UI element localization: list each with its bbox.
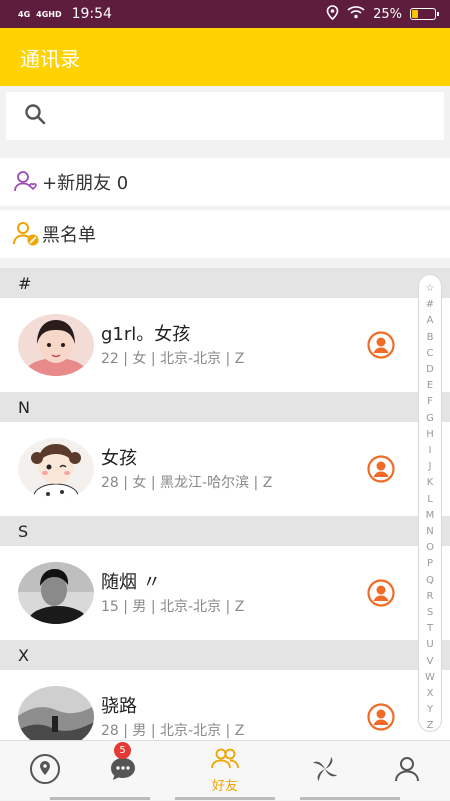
index-letter[interactable]: Z xyxy=(427,718,434,734)
index-letter[interactable]: M xyxy=(426,508,435,524)
index-letter[interactable]: G xyxy=(426,411,434,427)
blacklist-icon xyxy=(12,220,40,248)
wifi-icon xyxy=(347,5,365,23)
index-letter[interactable]: B xyxy=(427,330,434,346)
network-4g: 4G xyxy=(18,9,31,19)
section-letter: N xyxy=(18,397,30,417)
contact-info: 15 | 男 | 北京-北京 | Z xyxy=(101,599,245,615)
profile-icon xyxy=(393,755,421,787)
index-letter[interactable]: R xyxy=(427,589,434,605)
bottom-tab-bar: 好友 xyxy=(0,740,450,800)
contact-name: g1rl。女孩 xyxy=(101,324,191,345)
index-letter[interactable]: U xyxy=(426,637,433,653)
index-letter[interactable]: E xyxy=(427,378,433,394)
index-letter[interactable]: F xyxy=(427,394,433,410)
tab-friends-label: 好友 xyxy=(211,779,238,794)
contact-profile-icon[interactable] xyxy=(367,331,395,359)
index-letter[interactable]: V xyxy=(427,654,434,670)
contact-info: 28 | 女 | 黑龙江-哈尔滨 | Z xyxy=(101,475,273,491)
contact-row[interactable]: 女孩 28 | 女 | 黑龙江-哈尔滨 | Z xyxy=(0,422,450,516)
search-area xyxy=(0,86,450,148)
index-letter[interactable]: C xyxy=(427,346,434,362)
index-letter[interactable]: K xyxy=(427,475,434,491)
search-input[interactable] xyxy=(54,106,428,126)
friends-icon xyxy=(210,748,240,774)
avatar xyxy=(18,438,94,500)
index-letter[interactable]: S xyxy=(427,605,433,621)
index-letter[interactable]: ☆ xyxy=(426,281,435,297)
index-letter[interactable]: Q xyxy=(426,573,434,589)
search-icon xyxy=(6,103,46,129)
index-letter[interactable]: A xyxy=(427,313,434,329)
avatar xyxy=(18,562,94,624)
tab-location[interactable] xyxy=(0,741,90,801)
status-time: 19:54 xyxy=(71,6,112,22)
unread-badge: 5 xyxy=(114,742,131,759)
new-friends-label: +新朋友 0 xyxy=(42,173,129,194)
location-icon xyxy=(28,752,62,790)
index-letter[interactable]: W xyxy=(425,670,435,686)
network-4ghd: 4GHD xyxy=(36,9,62,19)
contact-profile-icon[interactable] xyxy=(367,455,395,483)
index-letter[interactable]: L xyxy=(427,492,433,508)
battery-percent: 25% xyxy=(373,6,402,22)
index-letter[interactable]: D xyxy=(426,362,434,378)
contact-info: 28 | 男 | 北京-北京 | Z xyxy=(101,723,245,739)
index-letter[interactable]: H xyxy=(426,427,434,443)
add-friend-icon xyxy=(12,168,40,196)
chat-icon xyxy=(108,755,138,787)
battery-icon xyxy=(410,8,439,20)
page-title: 通讯录 xyxy=(20,46,80,71)
pinwheel-icon xyxy=(310,754,340,788)
app-bar: 通讯录 xyxy=(0,28,450,86)
avatar xyxy=(18,314,94,376)
section-header-n: N xyxy=(0,392,450,422)
index-letter[interactable]: O xyxy=(426,540,434,556)
contact-name: 骁路 xyxy=(101,696,137,717)
section-header-x: X xyxy=(0,640,450,670)
tab-profile[interactable] xyxy=(362,741,450,801)
index-letter[interactable]: N xyxy=(426,524,433,540)
index-letter[interactable]: # xyxy=(426,297,434,313)
index-letter[interactable]: X xyxy=(427,686,434,702)
contact-info: 22 | 女 | 北京-北京 | Z xyxy=(101,351,245,367)
index-letter[interactable]: T xyxy=(427,621,433,637)
section-letter: # xyxy=(18,273,32,293)
blacklist-row[interactable]: 黑名单 xyxy=(0,210,450,258)
tab-friends[interactable]: 好友 xyxy=(180,741,270,801)
section-letter: X xyxy=(18,645,29,665)
contact-row[interactable]: 随烟 〃 15 | 男 | 北京-北京 | Z xyxy=(0,546,450,640)
section-header-hash: # xyxy=(0,268,450,298)
blacklist-label: 黑名单 xyxy=(42,225,96,246)
section-letter: S xyxy=(18,521,29,541)
index-letter[interactable]: J xyxy=(429,459,432,475)
index-letter[interactable]: P xyxy=(427,556,433,572)
status-bar: 4G 4GHD 19:54 25% xyxy=(0,0,450,28)
tab-discover[interactable] xyxy=(280,741,370,801)
contact-row[interactable]: g1rl。女孩 22 | 女 | 北京-北京 | Z xyxy=(0,298,450,392)
section-header-s: S xyxy=(0,516,450,546)
contact-profile-icon[interactable] xyxy=(367,703,395,731)
index-letter[interactable]: I xyxy=(429,443,432,459)
contact-name: 随烟 〃 xyxy=(101,572,161,593)
signal-indicators: 4G 4GHD xyxy=(18,10,62,19)
contact-row[interactable]: 骁路 28 | 男 | 北京-北京 | Z xyxy=(0,670,450,740)
new-friends-row[interactable]: +新朋友 0 xyxy=(0,158,450,206)
search-box[interactable] xyxy=(6,92,444,140)
contact-profile-icon[interactable] xyxy=(367,579,395,607)
avatar xyxy=(18,686,94,740)
contact-name: 女孩 xyxy=(101,448,137,469)
location-icon xyxy=(326,4,339,24)
alphabet-index[interactable]: ☆ # A B C D E F G H I J K L M N O P Q R S T U V W X Y Z xyxy=(418,274,442,732)
index-letter[interactable]: Y xyxy=(427,702,433,718)
